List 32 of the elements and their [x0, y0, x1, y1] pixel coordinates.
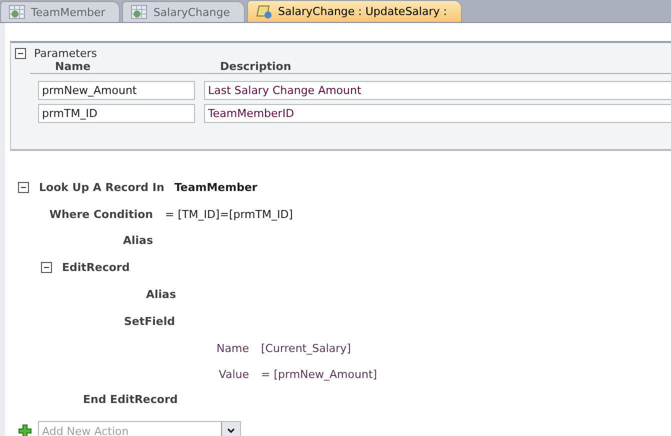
action-name: Look Up A Record In	[39, 180, 164, 194]
column-header: Name	[55, 60, 92, 73]
parameters-title: Parameters	[34, 47, 97, 60]
document-tab[interactable]: TeamMember	[0, 1, 120, 22]
tab-label: SalaryChange : UpdateSalary :	[278, 5, 447, 18]
collapse-icon[interactable]	[18, 182, 29, 192]
table-icon	[131, 5, 148, 19]
action-target: TeamMember	[174, 180, 258, 194]
collapse-icon[interactable]	[15, 48, 26, 59]
argument-label: Alias	[122, 234, 153, 246]
argument-label: Where Condition	[48, 208, 153, 220]
collapse-icon[interactable]	[41, 262, 52, 272]
tab-label: TeamMember	[31, 6, 106, 18]
action-name: SetField	[124, 314, 176, 328]
document-tab[interactable]: SalaryChange : UpdateSalary :	[247, 0, 462, 22]
table-icon	[9, 5, 25, 19]
column-header: Description	[220, 60, 292, 73]
argument-label: Value	[218, 368, 249, 380]
action-name: EditRecord	[62, 260, 130, 274]
name-field[interactable]: prmNew_Amount	[38, 81, 195, 100]
description-field[interactable]: Last Salary Change Amount	[204, 81, 671, 100]
argument-label: Alias	[144, 288, 176, 300]
argument-value: = [TM_ID]=[prmTM_ID]	[165, 208, 293, 220]
document-tab[interactable]: SalaryChange	[122, 1, 245, 22]
add-icon[interactable]	[18, 424, 32, 436]
name-field[interactable]: prmTM_ID	[38, 104, 195, 123]
tab-label: SalaryChange	[153, 6, 230, 18]
description-field[interactable]: TeamMemberID	[204, 104, 671, 123]
argument-label: Name	[216, 342, 249, 354]
argument-value: = [prmNew_Amount]	[261, 368, 378, 380]
end-block-label: End EditRecord	[83, 392, 178, 406]
argument-value: [Current_Salary]	[261, 342, 351, 354]
